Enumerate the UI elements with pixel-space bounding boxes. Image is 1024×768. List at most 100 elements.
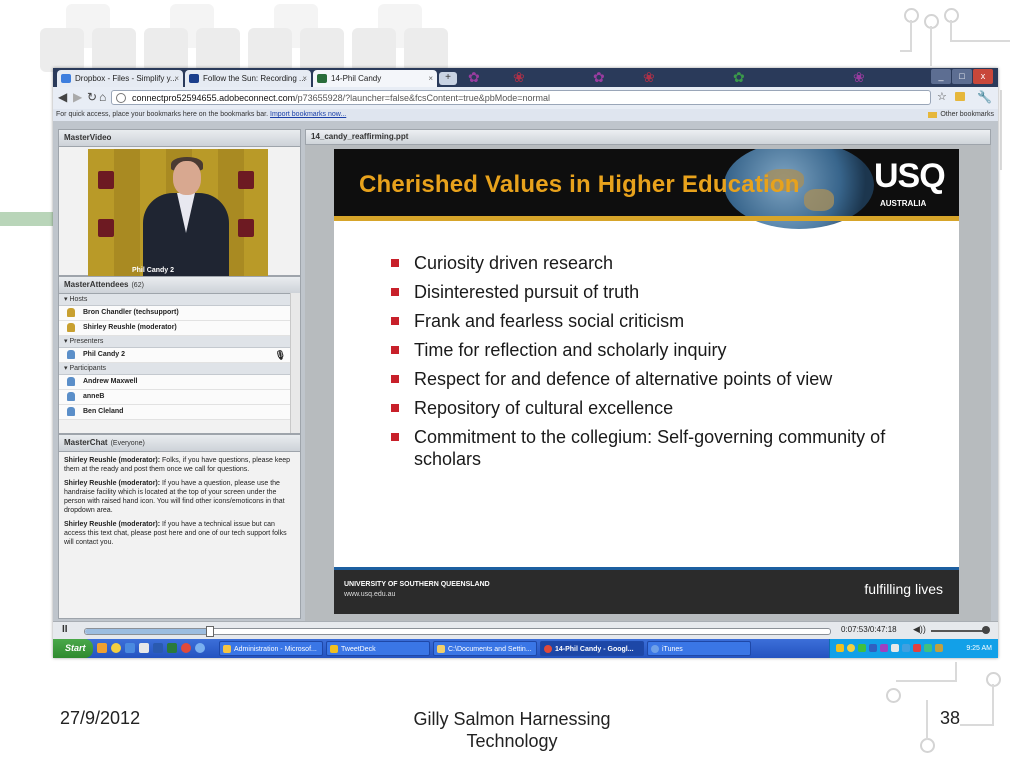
tray-icon[interactable] — [935, 644, 943, 652]
bookmark-star-icon[interactable]: ☆ — [937, 90, 947, 103]
chat-pod-title: MasterChat (Everyone) — [59, 435, 300, 452]
attendee-list: ▾ Hosts Bron Chandler (techsupport) Shir… — [59, 294, 300, 420]
close-icon[interactable]: × — [302, 70, 307, 87]
chat-messages: Shirley Reushle (moderator): Folks, if y… — [59, 452, 300, 556]
pause-button[interactable]: II — [62, 624, 68, 635]
attendee-scrollbar[interactable] — [290, 293, 300, 433]
tray-icon[interactable] — [869, 644, 877, 652]
tab-dropbox[interactable]: Dropbox - Files - Simplify y... × — [57, 70, 183, 87]
section-presenters[interactable]: ▾ Presenters — [59, 336, 290, 348]
quicklaunch-icon[interactable] — [167, 643, 177, 653]
tray-icon[interactable] — [913, 644, 921, 652]
list-item[interactable]: Ben Cleland — [59, 405, 290, 420]
forward-icon[interactable]: ▶ — [73, 90, 82, 104]
volume-icon[interactable]: ◀)) — [913, 624, 926, 635]
quicklaunch-icon[interactable] — [125, 643, 135, 653]
crest-icon — [98, 171, 114, 189]
tray-icon[interactable] — [847, 644, 855, 652]
attendees-pod: MasterAttendees (62) ▾ Hosts Bron Chandle… — [58, 276, 301, 434]
video-caption: Phil Candy 2 — [131, 267, 174, 274]
video-feed[interactable]: Phil Candy 2 — [88, 149, 268, 276]
bullet-text: Frank and fearless social criticism — [414, 311, 685, 331]
import-bookmarks-link[interactable]: Import bookmarks now... — [270, 111, 346, 118]
bullet-item: Curiosity driven research — [389, 252, 934, 274]
system-tray: 9:25 AM — [829, 639, 998, 658]
app-icon — [223, 645, 231, 653]
bullet-text: Repository of cultural excellence — [414, 398, 674, 418]
bullet-item: Respect for and defence of alternative p… — [389, 368, 934, 390]
tray-icon[interactable] — [836, 644, 844, 652]
tab-phil-candy[interactable]: 14-Phil Candy × — [313, 70, 437, 87]
volume-knob[interactable] — [982, 626, 990, 634]
chat-scope: (Everyone) — [110, 440, 145, 447]
task-label: C:\Documents and Settin... — [448, 646, 532, 653]
list-item[interactable]: Shirley Reushle (moderator) — [59, 321, 290, 336]
flower-icon: ✿ — [468, 69, 480, 85]
task-administration[interactable]: Administration - Microsof... — [219, 641, 323, 656]
other-bookmarks[interactable]: Other bookmarks — [928, 109, 994, 121]
quicklaunch-icon[interactable] — [97, 643, 107, 653]
footer-tagline: fulfilling lives — [864, 581, 943, 597]
bullet-square-icon — [391, 433, 399, 441]
bullet-text: Curiosity driven research — [414, 253, 614, 273]
share-pod: Cherished Values in Higher Education USQ… — [305, 145, 991, 621]
attendee-name: Ben Cleland — [83, 408, 124, 415]
bullet-text: Disinterested pursuit of truth — [414, 282, 640, 302]
home-icon[interactable]: ⌂ — [99, 90, 106, 104]
bullet-item: Time for reflection and scholarly inquir… — [389, 339, 934, 361]
tray-icon[interactable] — [902, 644, 910, 652]
tab-follow-the-sun[interactable]: Follow the Sun: Recording ... × — [185, 70, 311, 87]
start-button[interactable]: Start — [53, 639, 93, 658]
playback-scrubber[interactable] — [84, 626, 831, 637]
chat-message: Shirley Reushle (moderator): If you have… — [64, 479, 295, 515]
section-hosts[interactable]: ▾ Hosts — [59, 294, 290, 306]
quicklaunch-icon[interactable] — [111, 643, 121, 653]
task-tweetdeck[interactable]: TweetDeck — [326, 641, 430, 656]
windows-taskbar: Start Administration - Microsof... Tweet… — [53, 639, 998, 658]
adobe-connect-icon — [317, 74, 327, 83]
quicklaunch-icon[interactable] — [153, 643, 163, 653]
address-bar[interactable]: connectpro52594655.adobeconnect.com/p736… — [111, 90, 931, 105]
section-participants[interactable]: ▾ Participants — [59, 363, 290, 375]
playback-knob[interactable] — [206, 626, 215, 637]
crest-icon — [98, 219, 114, 237]
new-tab-button[interactable]: + — [439, 72, 457, 85]
wrench-icon[interactable]: 🔧 — [977, 90, 992, 104]
chat-pod: MasterChat (Everyone) Shirley Reushle (mo… — [58, 434, 301, 619]
tray-icon[interactable] — [858, 644, 866, 652]
list-item[interactable]: anneB — [59, 390, 290, 405]
maximize-button[interactable]: □ — [952, 69, 972, 84]
close-icon[interactable]: × — [428, 70, 433, 87]
close-icon[interactable]: × — [174, 70, 179, 87]
back-icon[interactable]: ◀ — [58, 90, 67, 104]
quicklaunch-icon[interactable] — [195, 643, 205, 653]
bookmarks-hint: For quick access, place your bookmarks h… — [56, 111, 269, 118]
tray-icon[interactable] — [880, 644, 888, 652]
screenshot: Dropbox - Files - Simplify y... × Follow… — [53, 68, 998, 658]
folder-icon[interactable] — [955, 92, 965, 101]
list-item[interactable]: Bron Chandler (techsupport) — [59, 306, 290, 321]
slide-title: Cherished Values in Higher Education — [359, 171, 800, 198]
quicklaunch-icon[interactable] — [139, 643, 149, 653]
chrome-icon[interactable] — [181, 643, 191, 653]
list-item[interactable]: Andrew Maxwell — [59, 375, 290, 390]
volume-slider[interactable] — [931, 630, 986, 632]
tab-label: 14-Phil Candy — [331, 74, 382, 83]
task-itunes[interactable]: iTunes — [647, 641, 751, 656]
flower-icon: ❀ — [513, 69, 525, 85]
attendees-pod-title: MasterAttendees (62) — [59, 277, 300, 294]
other-bookmarks-label: Other bookmarks — [940, 111, 994, 118]
reload-icon[interactable]: ↻ — [87, 90, 97, 104]
close-window-button[interactable]: x — [973, 69, 993, 84]
attendee-count: (62) — [131, 282, 144, 289]
tray-icon[interactable] — [924, 644, 932, 652]
share-pod-title: 14_candy_reaffirming.ppt — [305, 129, 991, 145]
tab-label: Follow the Sun: Recording ... — [203, 74, 306, 83]
task-chrome[interactable]: 14-Phil Candy - Googl... — [540, 641, 644, 656]
network-icon[interactable] — [891, 644, 899, 652]
list-item[interactable]: Phil Candy 2 🎙 — [59, 348, 290, 363]
task-documents[interactable]: C:\Documents and Settin... — [433, 641, 537, 656]
footer-title-line: Technology — [466, 731, 558, 751]
minimize-button[interactable]: _ — [931, 69, 951, 84]
presenter-icon — [67, 350, 75, 359]
